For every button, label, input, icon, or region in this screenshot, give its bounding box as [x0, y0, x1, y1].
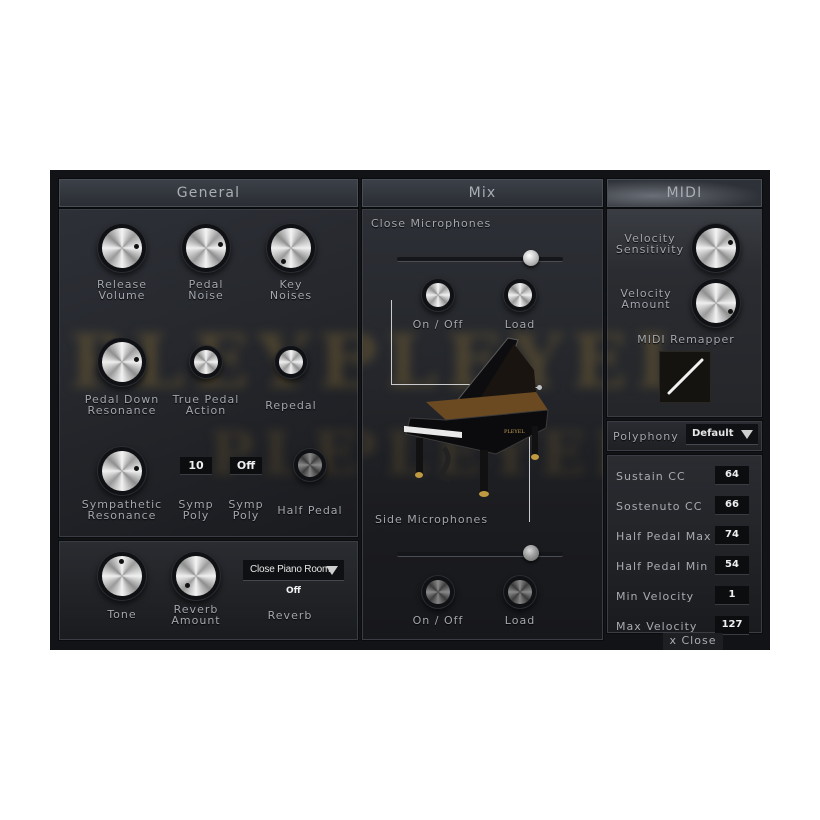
symp-poly-value-2[interactable]: Off	[230, 457, 262, 475]
velocity-sensitivity-knob[interactable]	[696, 228, 736, 268]
piano-pedal-lyre	[439, 446, 451, 483]
piano-caster	[479, 491, 489, 497]
midi-cc-row: Sostenuto CC 66	[606, 496, 763, 518]
velocity-amount-knob[interactable]	[696, 283, 736, 323]
reverb-preset-dropdown[interactable]: Close Piano Room	[243, 560, 344, 581]
polyphony-dropdown[interactable]: Default	[686, 424, 758, 445]
side-mic-load-label: Load	[504, 614, 536, 627]
midi-cc-row: Sustain CC 64	[606, 466, 763, 488]
knob-indicator	[281, 259, 286, 264]
piano-leg-front	[480, 450, 488, 492]
close-mic-load-button[interactable]	[508, 283, 532, 307]
reverb-label: Reverb	[267, 609, 313, 622]
symp-poly-value-1[interactable]: 10	[180, 457, 212, 475]
side-mic-on-off-label: On / Off	[412, 614, 464, 627]
close-microphones-title: Close Microphones	[371, 217, 492, 230]
knob-indicator	[728, 309, 733, 314]
polyphony-value: Default	[692, 428, 734, 439]
midi-cc-label: Half Pedal Min	[616, 560, 709, 573]
side-mic-slider-thumb[interactable]	[523, 545, 539, 561]
side-microphones-title: Side Microphones	[375, 513, 489, 526]
grand-piano-image: PLEYEL	[404, 337, 549, 497]
tab-general[interactable]: General	[58, 178, 359, 208]
reverb-amount-knob[interactable]	[176, 556, 216, 596]
pedal-down-resonance-knob[interactable]	[102, 342, 142, 382]
close-mic-level-slider[interactable]	[397, 250, 563, 266]
midi-remapper-label: MIDI Remapper	[637, 333, 735, 346]
piano-instrument-panel: General PLEYEL PLEYEL ReleaseVolume Peda…	[50, 170, 770, 650]
side-mic-load-button[interactable]	[508, 580, 532, 604]
midi-cc-value[interactable]: 1	[715, 586, 749, 605]
close-button[interactable]: x Close	[663, 633, 723, 650]
midi-cc-value[interactable]: 74	[715, 526, 749, 545]
reverb-amount-label: Reverb Amount	[171, 603, 221, 627]
knob-indicator	[119, 559, 124, 564]
pedal-down-resonance-label: Pedal Down Resonance	[84, 393, 160, 417]
sympathetic-resonance-knob[interactable]	[102, 451, 142, 491]
velocity-amount-label: Velocity Amount	[620, 287, 672, 311]
dropdown-arrow-icon	[326, 566, 338, 575]
release-volume-label: Release Volume	[97, 278, 147, 302]
close-mic-on-off-button[interactable]	[426, 283, 450, 307]
midi-cc-value[interactable]: 54	[715, 556, 749, 575]
knob-indicator	[185, 583, 190, 588]
release-volume-knob[interactable]	[102, 228, 142, 268]
close-mic-load-label: Load	[504, 318, 536, 331]
sympathetic-resonance-label: Sympathetic Resonance	[81, 498, 163, 522]
midi-cc-row: Half Pedal Min 54	[606, 556, 763, 578]
tab-mix[interactable]: Mix	[361, 178, 604, 208]
half-pedal-label: Half Pedal	[277, 504, 343, 517]
repedal-label: Repedal	[265, 399, 317, 412]
knob-indicator	[134, 357, 139, 362]
piano-leg-left	[416, 438, 423, 474]
midi-cc-label: Min Velocity	[616, 590, 695, 603]
midi-cc-label: Sustain CC	[616, 470, 686, 483]
true-pedal-action-button[interactable]	[194, 350, 218, 374]
midi-cc-label: Max Velocity	[616, 620, 698, 633]
tone-label: Tone	[107, 608, 137, 621]
pedal-noise-label: Pedal Noise	[188, 278, 224, 302]
midi-cc-value[interactable]: 66	[715, 496, 749, 515]
dropdown-arrow-icon	[741, 430, 753, 439]
key-noises-knob[interactable]	[271, 228, 311, 268]
piano-caster	[415, 472, 423, 478]
reverb-state[interactable]: Off	[243, 586, 344, 596]
piano-caster	[531, 454, 539, 460]
midi-cc-row: Half Pedal Max 74	[606, 526, 763, 548]
piano-brand-text: PLEYEL	[504, 429, 525, 435]
velocity-curve-icon	[667, 358, 704, 395]
velocity-sensitivity-label: Velocity Sensitivity	[615, 232, 685, 256]
side-mic-level-slider[interactable]	[397, 545, 563, 561]
key-noises-label: Key Noises	[269, 278, 313, 302]
piano-leg-back	[532, 426, 538, 456]
true-pedal-action-label: True Pedal Action	[172, 393, 240, 417]
tone-knob[interactable]	[102, 556, 142, 596]
knob-indicator	[728, 240, 733, 245]
pedal-noise-knob[interactable]	[186, 228, 226, 268]
midi-cc-value[interactable]: 64	[715, 466, 749, 485]
close-mic-slider-thumb[interactable]	[523, 250, 539, 266]
side-mic-on-off-button[interactable]	[426, 580, 450, 604]
knob-indicator	[218, 242, 223, 247]
midi-remapper-button[interactable]	[660, 352, 710, 402]
midi-cc-list: Sustain CC 64 Sostenuto CC 66 Half Pedal Max…	[606, 454, 763, 635]
midi-cc-row: Min Velocity 1	[606, 586, 763, 608]
symp-poly-label-2: Symp Poly	[228, 498, 264, 522]
repedal-button[interactable]	[279, 350, 303, 374]
reverb-preset-value: Close Piano Room	[250, 564, 331, 575]
knob-indicator	[134, 466, 139, 471]
midi-cc-label: Half Pedal Max	[616, 530, 712, 543]
tab-midi[interactable]: MIDI	[606, 178, 763, 208]
close-mic-on-off-label: On / Off	[412, 318, 464, 331]
midi-cc-label: Sostenuto CC	[616, 500, 703, 513]
polyphony-label: Polyphony	[613, 430, 679, 443]
half-pedal-button[interactable]	[298, 453, 322, 477]
knob-indicator	[134, 244, 139, 249]
